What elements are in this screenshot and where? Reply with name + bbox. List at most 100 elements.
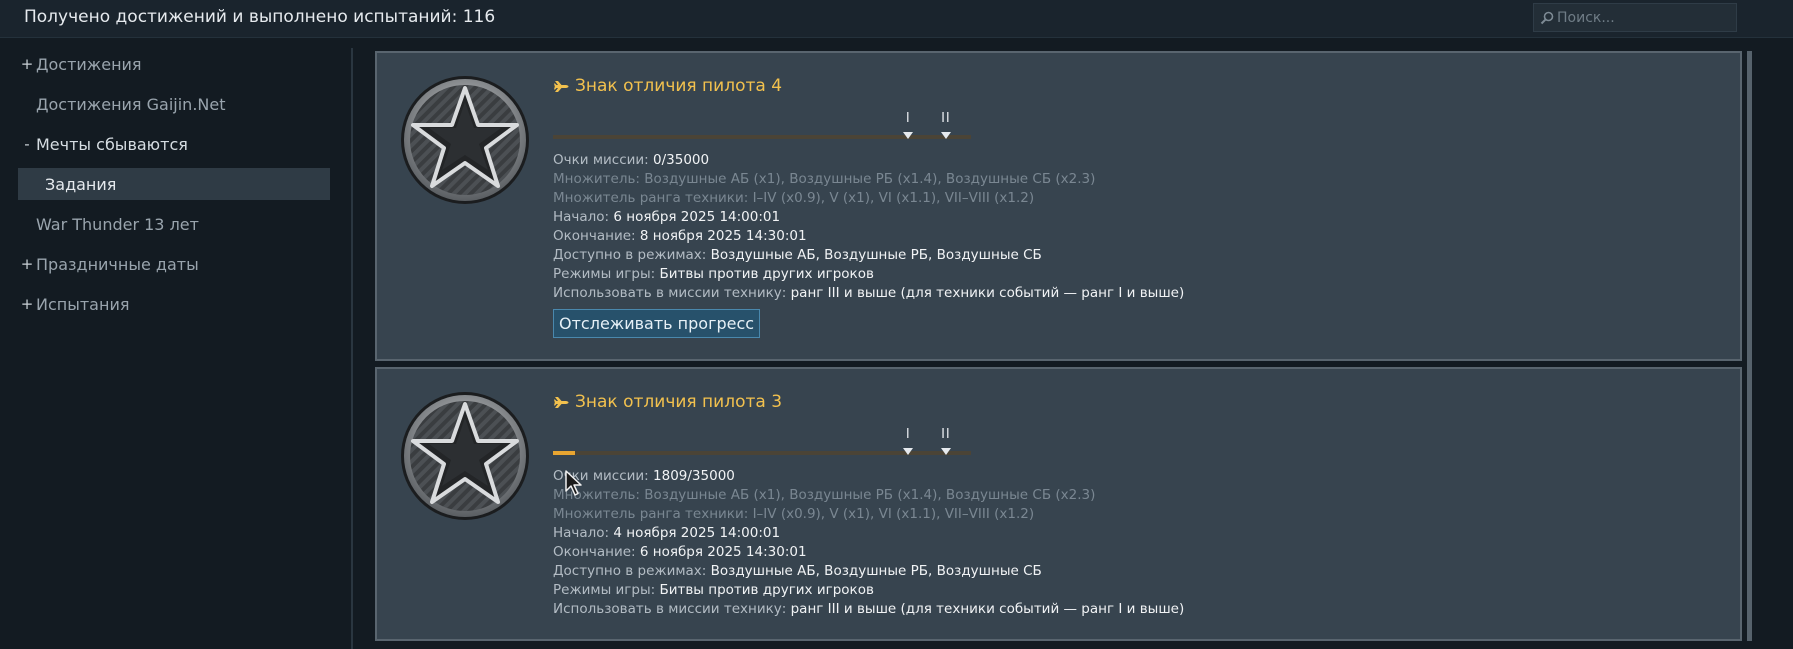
row-key: Множитель ранга техники: <box>553 190 753 206</box>
reward-stage-label: II <box>941 427 951 442</box>
search-input[interactable] <box>1557 9 1727 26</box>
aircraft-icon <box>554 80 569 92</box>
start-row: Начало: 4 ноября 2025 14:00:01 <box>553 524 1720 543</box>
sidebar-item-holidays[interactable]: + Праздничные даты <box>18 248 330 280</box>
start-row: Начало: 6 ноября 2025 14:00:01 <box>553 208 1720 227</box>
row-key: Множитель: <box>553 171 645 187</box>
row-value: Воздушные АБ (x1), Воздушные РБ (x1.4), … <box>644 171 1096 187</box>
row-value: I–IV (x0.9), V (x1), VI (x1.1), VII–VIII… <box>752 190 1035 206</box>
expand-icon[interactable]: + <box>18 295 36 313</box>
collapse-icon[interactable]: - <box>18 135 36 153</box>
mission-card: Знак отличия пилота 4 I II Очки миссии: 0… <box>375 51 1742 361</box>
mission-title: Знак отличия пилота 3 <box>553 391 1720 413</box>
sidebar-item-label: Задания <box>45 174 117 194</box>
aircraft-icon <box>554 396 569 408</box>
row-value: ранг III и выше (для техники событий — р… <box>790 601 1185 617</box>
progress-fill <box>553 451 575 455</box>
reward-stage-marker-icon <box>903 448 914 455</box>
multiplier-row: Множитель: Воздушные АБ (x1), Воздушные … <box>553 170 1720 189</box>
game-modes-row: Режимы игры: Битвы против других игроков <box>553 581 1720 600</box>
vehicle-requirement-row: Использовать в миссии технику: ранг III … <box>553 600 1720 619</box>
row-value: 0/35000 <box>653 152 710 168</box>
row-value: Воздушные АБ (x1), Воздушные РБ (x1.4), … <box>644 487 1096 503</box>
mission-title-text: Знак отличия пилота 4 <box>575 76 783 96</box>
reward-stage-label: I <box>905 111 911 126</box>
sidebar-item-label: Праздничные даты <box>36 254 199 274</box>
row-value: Битвы против других игроков <box>659 266 874 282</box>
scrollbar[interactable] <box>1747 51 1752 641</box>
reward-stage-marker-icon <box>903 132 914 139</box>
row-key: Множитель ранга техники: <box>553 506 753 522</box>
expand-icon[interactable]: + <box>18 55 36 73</box>
mission-title: Знак отличия пилота 4 <box>553 75 1720 97</box>
mission-info: Очки миссии: 1809/35000 Множитель: Возду… <box>553 467 1720 619</box>
row-key: Использовать в миссии технику: <box>553 285 791 301</box>
track-progress-button[interactable]: Отслеживать прогресс <box>553 309 761 338</box>
row-value: 8 ноября 2025 14:30:01 <box>639 228 807 244</box>
vehicle-requirement-row: Использовать в миссии технику: ранг III … <box>553 284 1720 303</box>
sidebar-item-challenges[interactable]: + Испытания <box>18 288 330 320</box>
row-value: 6 ноября 2025 14:30:01 <box>639 544 807 560</box>
mission-points-row: Очки миссии: 0/35000 <box>553 151 1720 170</box>
sidebar-item-war-thunder-13[interactable]: War Thunder 13 лет <box>18 208 330 240</box>
row-value: I–IV (x0.9), V (x1), VI (x1.1), VII–VIII… <box>752 506 1035 522</box>
row-value: 4 ноября 2025 14:00:01 <box>613 525 781 541</box>
search-icon <box>1540 11 1554 24</box>
sidebar-item-dreams-come-true[interactable]: - Мечты сбываются <box>18 128 330 160</box>
sidebar-item-tasks[interactable]: Задания <box>18 168 330 200</box>
mouse-cursor-icon <box>565 470 582 496</box>
reward-stage-marker-icon <box>940 448 951 455</box>
rank-multiplier-row: Множитель ранга техники: I–IV (x0.9), V … <box>553 505 1720 524</box>
row-value: 1809/35000 <box>653 468 735 484</box>
row-key: Использовать в миссии технику: <box>553 601 791 617</box>
rank-multiplier-row: Множитель ранга техники: I–IV (x0.9), V … <box>553 189 1720 208</box>
row-value: 6 ноября 2025 14:00:01 <box>613 209 781 225</box>
sidebar-item-label: War Thunder 13 лет <box>36 214 199 234</box>
sidebar-item-label: Мечты сбываются <box>36 134 188 154</box>
mission-progress-bar: I II <box>553 417 971 461</box>
row-value: Воздушные АБ, Воздушные РБ, Воздушные СБ <box>710 563 1042 579</box>
mission-details: Знак отличия пилота 4 I II Очки миссии: 0… <box>553 75 1720 338</box>
row-value: ранг III и выше (для техники событий — р… <box>790 285 1185 301</box>
reward-stage-label: II <box>941 111 951 126</box>
sidebar-item-label: Достижения <box>36 54 142 74</box>
achievements-window: Получено достижений и выполнено испытани… <box>0 0 1793 649</box>
sidebar-item-achievements[interactable]: + Достижения <box>18 48 330 80</box>
mission-card: Знак отличия пилота 3 I II Очки миссии: 1… <box>375 367 1742 641</box>
reward-stage-label: I <box>905 427 911 442</box>
search-box[interactable] <box>1533 3 1737 32</box>
row-key: Начало: <box>553 209 614 225</box>
reward-stage-marker-icon <box>940 132 951 139</box>
panel-divider <box>351 48 353 649</box>
row-value: Воздушные АБ, Воздушные РБ, Воздушные СБ <box>710 247 1042 263</box>
star-medal-icon <box>401 392 529 520</box>
end-row: Окончание: 6 ноября 2025 14:30:01 <box>553 543 1720 562</box>
header-bar: Получено достижений и выполнено испытани… <box>0 0 1793 38</box>
game-modes-row: Режимы игры: Битвы против других игроков <box>553 265 1720 284</box>
end-row: Окончание: 8 ноября 2025 14:30:01 <box>553 227 1720 246</box>
sidebar-item-label: Испытания <box>36 294 130 314</box>
available-modes-row: Доступно в режимах: Воздушные АБ, Воздуш… <box>553 562 1720 581</box>
multiplier-row: Множитель: Воздушные АБ (x1), Воздушные … <box>553 486 1720 505</box>
mission-points-row: Очки миссии: 1809/35000 <box>553 467 1720 486</box>
row-key: Доступно в режимах: <box>553 563 711 579</box>
mission-details: Знак отличия пилота 3 I II Очки миссии: 1… <box>553 391 1720 619</box>
mission-info: Очки миссии: 0/35000 Множитель: Воздушны… <box>553 151 1720 303</box>
star-medal-icon <box>401 76 529 204</box>
row-key: Окончание: <box>553 544 640 560</box>
row-key: Начало: <box>553 525 614 541</box>
row-key: Окончание: <box>553 228 640 244</box>
achievements-count-title: Получено достижений и выполнено испытани… <box>24 7 496 27</box>
sidebar-item-gaijin-achievements[interactable]: Достижения Gaijin.Net <box>18 88 330 120</box>
expand-icon[interactable]: + <box>18 255 36 273</box>
row-key: Очки миссии: <box>553 152 654 168</box>
category-sidebar: + Достижения Достижения Gaijin.Net - Меч… <box>18 48 330 328</box>
mission-progress-bar: I II <box>553 101 971 145</box>
row-key: Режимы игры: <box>553 582 660 598</box>
row-key: Режимы игры: <box>553 266 660 282</box>
row-value: Битвы против других игроков <box>659 582 874 598</box>
available-modes-row: Доступно в режимах: Воздушные АБ, Воздуш… <box>553 246 1720 265</box>
sidebar-item-label: Достижения Gaijin.Net <box>36 94 226 114</box>
mission-title-text: Знак отличия пилота 3 <box>575 392 783 412</box>
row-key: Доступно в режимах: <box>553 247 711 263</box>
